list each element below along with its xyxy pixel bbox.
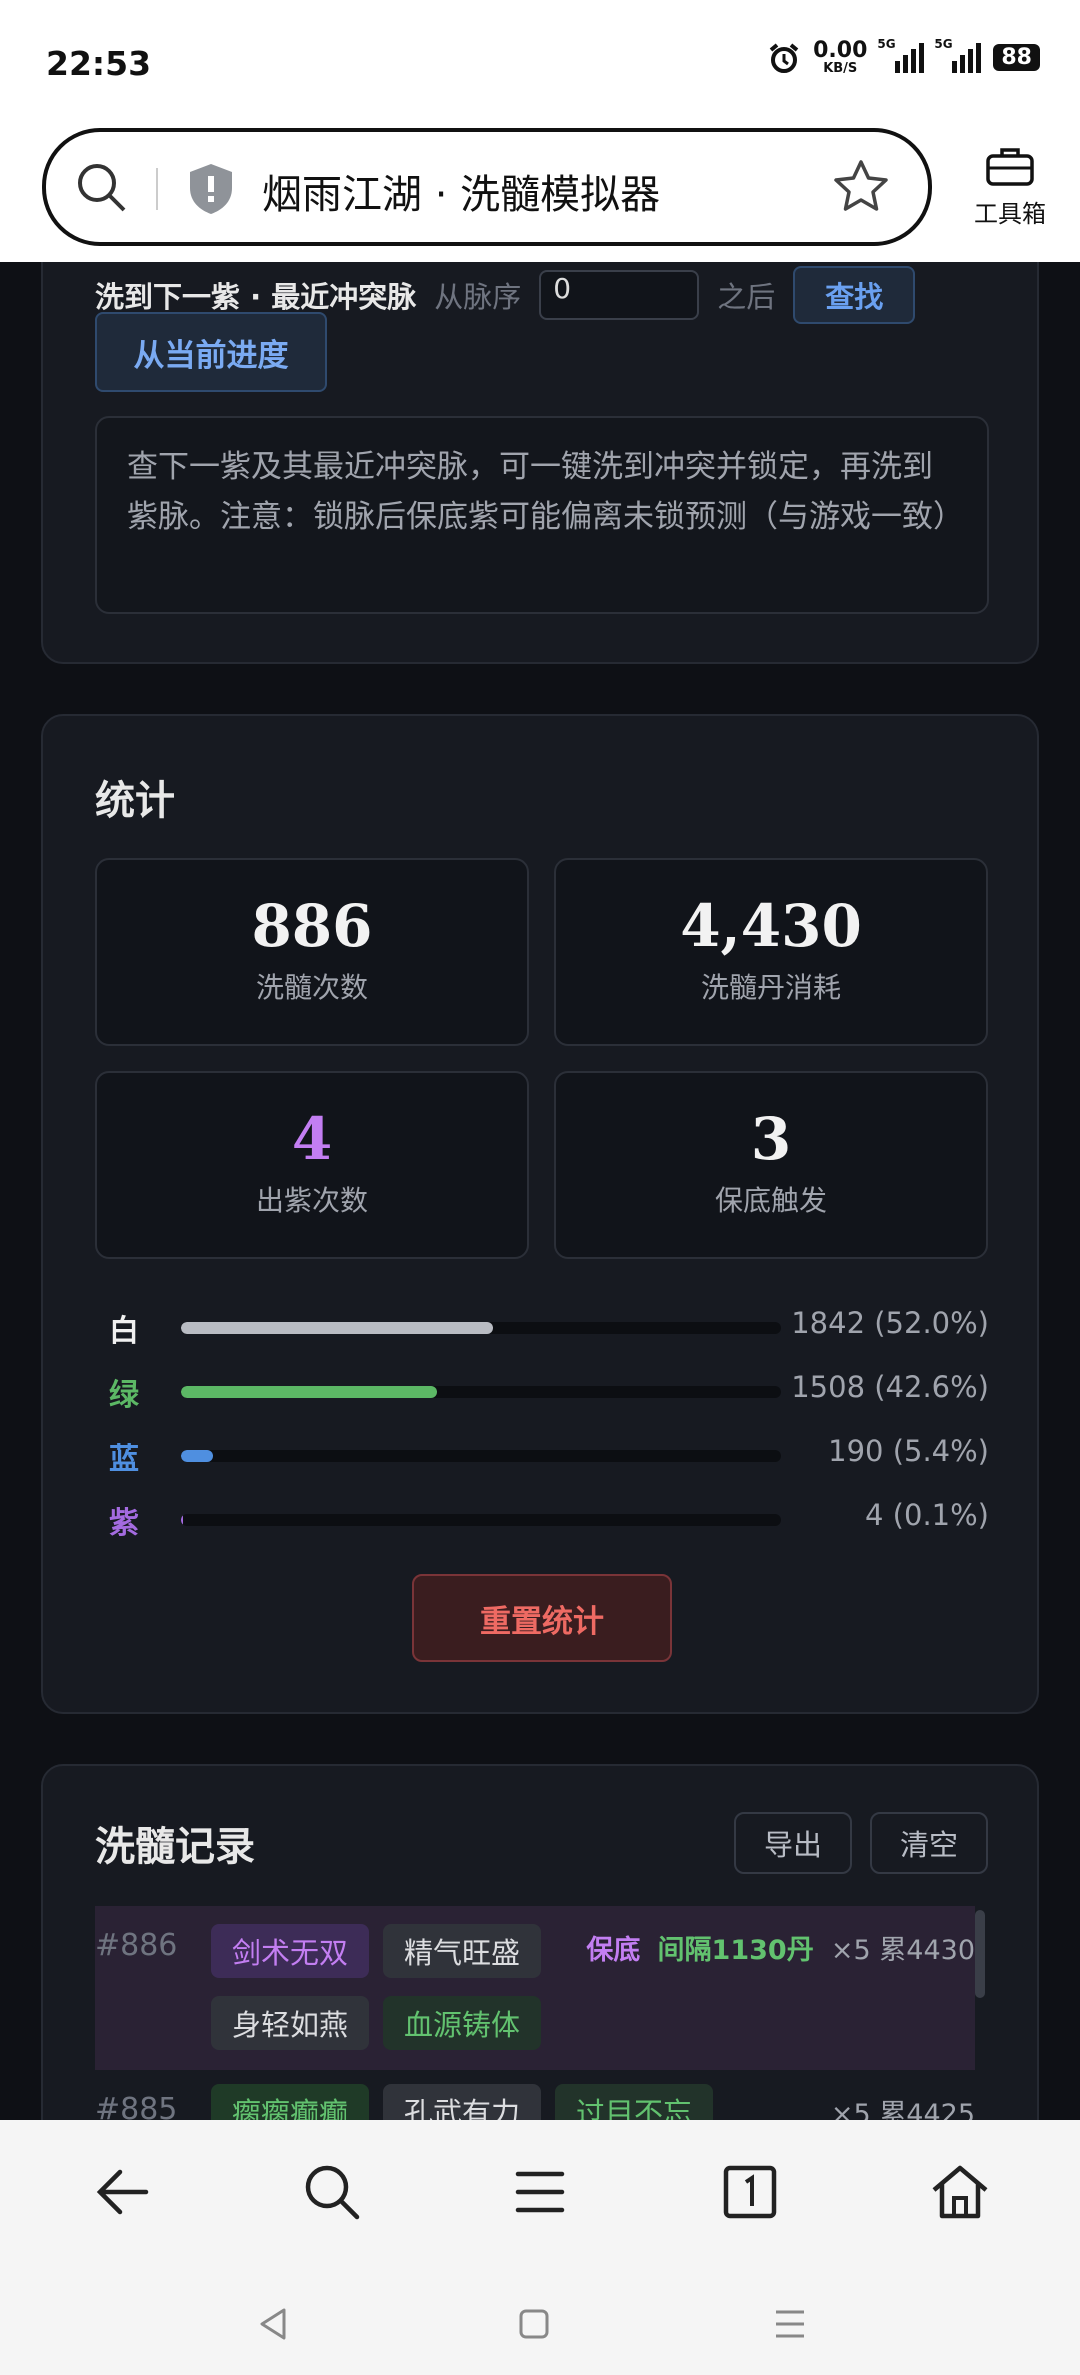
times-text: ×5 [830,1935,871,1966]
trait-tag: 孔武有力 [383,2084,541,2120]
rarity-key: 绿 [109,1378,139,1413]
search-icon[interactable] [74,160,130,216]
bar-track [181,1386,781,1398]
bar-fill [181,1450,214,1462]
trait-tag: 身轻如燕 [211,1996,369,2050]
trait-tag: 瘸瘸癫癫 [211,2084,369,2120]
bottom-nav [0,2120,1080,2375]
page-content: 洗到下一紫 · 最近冲突脉 从脉序 0 之后 查找 从当前进度 查下一紫及其最近… [0,262,1080,2120]
distribution-bars: 白 1842 (52.0%) 绿 1508 (42.6%) 蓝 190 (5.4%) 紫 4 … [95,1294,989,1550]
home-icon[interactable] [928,2160,992,2224]
system-home-icon[interactable] [516,2306,552,2342]
battery-icon: 88 [993,44,1040,71]
scrollbar-thumb[interactable] [975,1910,985,1998]
system-recents-icon[interactable] [772,2306,808,2342]
bar-track [181,1514,781,1526]
trait-tag: 剑术无双 [211,1924,369,1978]
stat-value: 886 [251,892,373,960]
times-text: ×5 [830,2099,871,2120]
total-text: 累4425 [879,2099,975,2120]
toolbox-icon [986,148,1034,186]
back-icon[interactable] [90,2160,154,2224]
stat-label: 保底触发 [714,1184,827,1217]
shield-icon[interactable] [186,162,236,216]
tabs-icon[interactable] [718,2160,782,2224]
bar-fill [181,1322,493,1334]
stat-value: 4,430 [680,892,862,960]
rarity-key: 蓝 [109,1442,139,1477]
stat-pity-count: 3 保底触发 [554,1071,988,1259]
page-title: 烟雨江湖 · 洗髓模拟器 [262,172,661,218]
rarity-bar-row: 蓝 190 (5.4%) [95,1422,989,1486]
stat-label: 出紫次数 [255,1184,368,1217]
record-number: #886 [95,1928,178,1963]
hint-note: 查下一紫及其最近冲突脉，可一键洗到冲突并锁定，再洗到紫脉。注意：锁脉后保底紫可能… [95,416,989,614]
trait-tag: 血源铸体 [383,1996,541,2050]
bar-track [181,1322,781,1334]
signal-icon: 5G [934,37,982,73]
record-number: #885 [95,2092,178,2120]
stat-purple-count: 4 出紫次数 [95,1071,529,1259]
stats-title: 统计 [95,777,175,824]
rarity-bar-row: 白 1842 (52.0%) [95,1294,989,1358]
net-speed: 0.00 KB/S [813,38,868,76]
clear-button[interactable]: 清空 [870,1812,988,1874]
record-row[interactable]: #885 瘸瘸癫癫 孔武有力 过目不忘 ×5 累4425 [95,2070,975,2120]
system-back-icon[interactable] [256,2306,292,2342]
divider [156,168,158,210]
status-bar: 22:53 0.00 KB/S 5G 5G 88 [0,0,1080,128]
next-purple-card: 洗到下一紫 · 最近冲突脉 从脉序 0 之后 查找 从当前进度 查下一紫及其最近… [41,262,1039,664]
rarity-bar-row: 绿 1508 (42.6%) [95,1358,989,1422]
rarity-value: 190 (5.4%) [828,1434,989,1468]
find-button[interactable]: 查找 [793,266,916,324]
rarity-value: 1842 (52.0%) [791,1306,989,1340]
clock: 22:53 [46,44,152,83]
bar-fill [181,1386,437,1398]
records-title: 洗髓记录 [95,1823,255,1870]
rarity-value: 1508 (42.6%) [791,1370,989,1404]
after-label: 之后 [717,280,776,314]
record-meta: 保底 间隔1130丹 ×5 累4430 [586,1928,975,1967]
export-button[interactable]: 导出 [734,1812,852,1874]
stat-pill-cost: 4,430 洗髓丹消耗 [554,858,988,1046]
stat-label: 洗髓丹消耗 [700,971,841,1004]
trait-tag: 过目不忘 [555,2084,713,2120]
stat-label: 洗髓次数 [255,971,368,1004]
trait-tag: 精气旺盛 [383,1924,541,1978]
stat-wash-count: 886 洗髓次数 [95,858,529,1046]
stat-value: 3 [750,1105,792,1173]
bookmark-star-icon[interactable] [832,158,890,216]
rarity-key: 紫 [109,1506,139,1541]
search-label: 洗到下一紫 · 最近冲突脉 [95,280,417,314]
rarity-value: 4 (0.1%) [865,1498,989,1532]
reset-stats-button[interactable]: 重置统计 [412,1574,672,1662]
browser-toolbar: 烟雨江湖 · 洗髓模拟器 工具箱 [0,128,1080,262]
toolbox-label: 工具箱 [974,200,1046,228]
signal-icon: 5G [877,37,925,73]
stat-value: 4 [291,1105,333,1173]
stats-card: 统计 886 洗髓次数 4,430 洗髓丹消耗 4 出紫次数 3 保底触发 白 1… [41,714,1039,1714]
pity-badge: 保底 [586,1935,641,1966]
from-current-progress-button[interactable]: 从当前进度 [95,312,327,392]
search-icon[interactable] [300,2160,364,2224]
from-label: 从脉序 [434,280,522,314]
rarity-key: 白 [109,1314,139,1349]
toolbox-button[interactable]: 工具箱 [966,146,1054,229]
pulse-index-input[interactable]: 0 [539,270,700,320]
gap-text: 间隔1130丹 [657,1935,814,1966]
address-bar[interactable]: 烟雨江湖 · 洗髓模拟器 [42,128,932,246]
rarity-bar-row: 紫 4 (0.1%) [95,1486,989,1550]
total-text: 累4430 [879,1935,975,1966]
bar-track [181,1450,781,1462]
bar-fill [181,1514,183,1526]
records-card: 洗髓记录 导出 清空 #886 剑术无双 精气旺盛 身轻如燕 血源铸体 保底 间… [41,1764,1039,2120]
menu-icon[interactable] [508,2160,572,2224]
alarm-icon [769,42,799,73]
record-meta: ×5 累4425 [831,2092,975,2120]
record-row[interactable]: #886 剑术无双 精气旺盛 身轻如燕 血源铸体 保底 间隔1130丹 ×5 累… [95,1906,975,2070]
